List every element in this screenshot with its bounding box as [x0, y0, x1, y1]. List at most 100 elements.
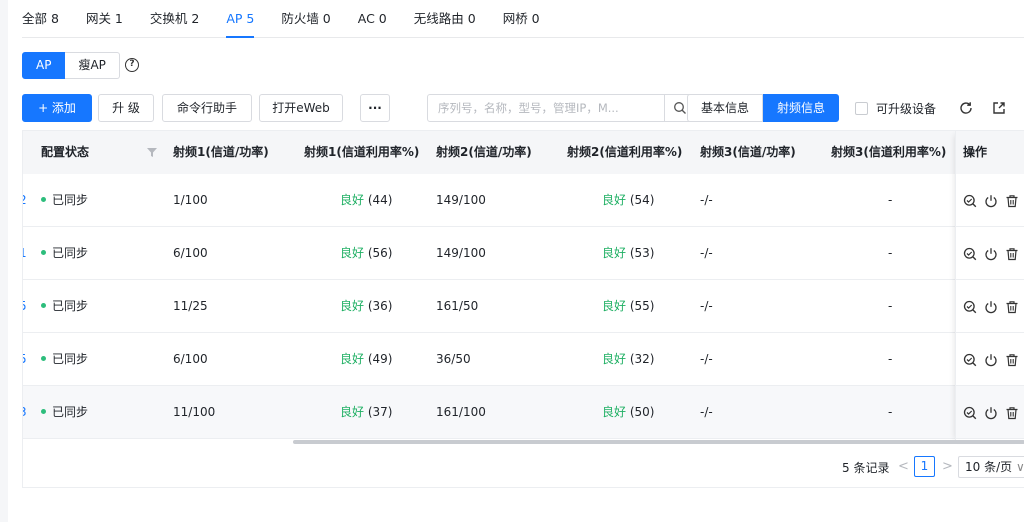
- rf3-channel-cell: -/-: [700, 405, 713, 419]
- rf1-quality: 良好: [340, 352, 365, 366]
- upgradable-checkbox[interactable]: [855, 102, 868, 115]
- rf2-util-cell: 良好 (53): [602, 227, 654, 280]
- thin-ap-button[interactable]: 瘦AP: [65, 52, 120, 79]
- rf2-util-value: (55): [629, 299, 655, 313]
- rf2-channel-cell: 161/100: [436, 405, 486, 419]
- basic-info-button[interactable]: 基本信息: [687, 94, 764, 122]
- page-1-button[interactable]: 1: [914, 456, 935, 477]
- rf2-channel-cell: 161/50: [436, 299, 479, 313]
- config-status-cell: 已同步: [41, 174, 88, 227]
- rf1-channel-cell: 6/100: [173, 246, 208, 260]
- synced-dot-icon: [41, 197, 46, 202]
- rf3-channel-cell: -/-: [700, 246, 713, 260]
- rf-info-button[interactable]: 射频信息: [763, 94, 840, 122]
- rf1-util-cell: 良好 (49): [340, 333, 392, 386]
- export-icon[interactable]: [991, 100, 1007, 116]
- table-row[interactable]: 1 已同步 6/100 良好 (56) 149/100 良好 (53) -/- -: [23, 227, 1024, 280]
- help-icon[interactable]: ?: [125, 58, 139, 72]
- horizontal-scrollbar[interactable]: [293, 440, 1024, 444]
- table-row[interactable]: 3 已同步 11/100 良好 (37) 161/100 良好 (50) -/- -: [23, 386, 1024, 439]
- add-button[interactable]: + 添加: [22, 94, 92, 122]
- rf1-channel-cell: 11/100: [173, 405, 216, 419]
- tab-bridge[interactable]: 网桥 0: [503, 0, 540, 38]
- refresh-icon[interactable]: [958, 100, 974, 116]
- more-button[interactable]: ···: [360, 94, 390, 122]
- next-page-button[interactable]: >: [942, 459, 953, 474]
- table-row[interactable]: 5 已同步 11/25 良好 (36) 161/50 良好 (55) -/- -: [23, 280, 1024, 333]
- device-type-tabs: 全部 8 网关 1 交换机 2 AP 5 防火墙 0 AC 0 无线路由 0 网…: [22, 0, 1024, 38]
- upgradable-filter[interactable]: 可升级设备: [855, 100, 936, 117]
- rf1-util-value: (44): [367, 193, 393, 207]
- config-status: 已同步: [52, 352, 89, 366]
- rf1-util-value: (36): [367, 299, 393, 313]
- rf3-channel-cell: -/-: [700, 352, 713, 366]
- prev-page-button[interactable]: <: [898, 459, 909, 474]
- tab-wireless-router[interactable]: 无线路由 0: [414, 0, 476, 38]
- rf3-util-cell: -: [888, 352, 893, 366]
- rf1-quality: 良好: [340, 405, 365, 419]
- col-rf1-util: 射频1(信道利用率%): [304, 145, 420, 159]
- toolbar: + 添加 升 级 命令行助手 打开eWeb ··· 基本信息 射频信息 可升级设…: [22, 94, 1024, 122]
- open-eweb-button[interactable]: 打开eWeb: [259, 94, 343, 122]
- info-view-switch: 基本信息 射频信息: [687, 94, 840, 122]
- search-input[interactable]: [428, 95, 664, 121]
- rf2-quality: 良好: [602, 246, 627, 260]
- col-rf2-util: 射频2(信道利用率%): [567, 145, 683, 159]
- config-status-cell: 已同步: [41, 227, 88, 280]
- row-index[interactable]: 2: [23, 174, 27, 227]
- tab-switch[interactable]: 交换机 2: [150, 0, 199, 38]
- tab-ac[interactable]: AC 0: [358, 0, 387, 38]
- col-rf1-channel: 射频1(信道/功率): [173, 145, 269, 159]
- rf2-channel-cell: 36/50: [436, 352, 471, 366]
- page-size-label: 10 条/页: [965, 460, 1013, 474]
- config-status: 已同步: [52, 246, 89, 260]
- page-size-select[interactable]: 10 条/页 ∨: [958, 456, 1024, 478]
- rf3-util-cell: -: [888, 193, 893, 207]
- tab-gateway[interactable]: 网关 1: [86, 0, 123, 38]
- rf1-util-value: (37): [367, 405, 393, 419]
- rf1-quality: 良好: [340, 193, 365, 207]
- config-status: 已同步: [52, 193, 89, 207]
- tab-firewall[interactable]: 防火墙 0: [281, 0, 330, 38]
- config-status: 已同步: [52, 405, 89, 419]
- row-index[interactable]: 1: [23, 227, 27, 280]
- rf1-util-cell: 良好 (36): [340, 280, 392, 333]
- upgrade-button[interactable]: 升 级: [98, 94, 154, 122]
- cli-assistant-button[interactable]: 命令行助手: [162, 94, 252, 122]
- page-left-strip: [0, 0, 8, 522]
- ops-column: [955, 131, 1024, 443]
- table-header: 配置状态 射频1(信道/功率) 射频1(信道利用率%) 射频2(信道/功率) 射…: [23, 131, 1024, 174]
- search-box: [427, 94, 695, 122]
- tab-ap[interactable]: AP 5: [226, 0, 255, 38]
- ap-type-switch: AP 瘦AP: [22, 52, 120, 79]
- row-index[interactable]: 5: [23, 333, 27, 386]
- rf1-util-cell: 良好 (44): [340, 174, 392, 227]
- rf2-quality: 良好: [602, 352, 627, 366]
- table-row[interactable]: 5 已同步 6/100 良好 (49) 36/50 良好 (32) -/- -: [23, 333, 1024, 386]
- rf2-util-value: (50): [629, 405, 655, 419]
- rf1-util-value: (49): [367, 352, 393, 366]
- config-status-cell: 已同步: [41, 386, 88, 439]
- config-status-cell: 已同步: [41, 333, 88, 386]
- rf2-util-value: (53): [629, 246, 655, 260]
- rf1-util-cell: 良好 (37): [340, 386, 392, 439]
- tab-all[interactable]: 全部 8: [22, 0, 59, 38]
- synced-dot-icon: [41, 250, 46, 255]
- chevron-down-icon: ∨: [1015, 460, 1024, 474]
- synced-dot-icon: [41, 356, 46, 361]
- rf2-util-cell: 良好 (50): [602, 386, 654, 439]
- ap-rf-table: 配置状态 射频1(信道/功率) 射频1(信道利用率%) 射频2(信道/功率) 射…: [22, 130, 1024, 488]
- col-rf3-channel: 射频3(信道/功率): [700, 145, 796, 159]
- filter-icon[interactable]: [147, 147, 157, 157]
- rf2-util-value: (32): [629, 352, 655, 366]
- total-records: 5 条记录: [842, 461, 890, 475]
- rf1-util-cell: 良好 (56): [340, 227, 392, 280]
- config-status: 已同步: [52, 299, 89, 313]
- table-row[interactable]: 2 已同步 1/100 良好 (44) 149/100 良好 (54) -/- -: [23, 174, 1024, 227]
- row-index[interactable]: 5: [23, 280, 27, 333]
- row-index[interactable]: 3: [23, 386, 27, 439]
- rf1-util-value: (56): [367, 246, 393, 260]
- ap-button[interactable]: AP: [22, 52, 66, 79]
- col-config-status: 配置状态: [41, 145, 90, 159]
- rf3-channel-cell: -/-: [700, 193, 713, 207]
